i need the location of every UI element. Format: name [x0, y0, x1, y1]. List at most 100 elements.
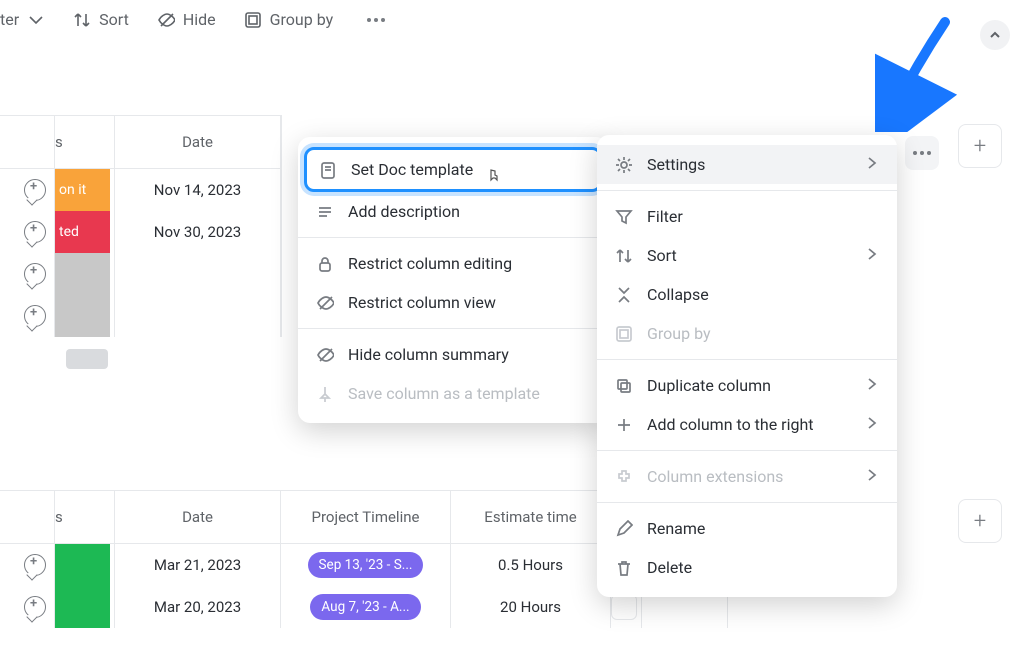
- groupby-label: Group by: [270, 10, 334, 29]
- menu-collapse[interactable]: Collapse: [597, 275, 897, 314]
- timeline-cell[interactable]: Sep 13, '23 - S...: [281, 544, 451, 586]
- timeline-pill: Aug 7, '23 - A...: [310, 594, 420, 620]
- status-badge[interactable]: on it: [55, 169, 110, 211]
- col-date[interactable]: Date: [115, 116, 281, 168]
- date-cell[interactable]: Mar 20, 2023: [115, 586, 281, 628]
- menu-label: Group by: [647, 324, 711, 343]
- date-cell[interactable]: Mar 21, 2023: [115, 544, 281, 586]
- menu-filter[interactable]: Filter: [597, 197, 897, 236]
- menu-rename[interactable]: Rename: [597, 509, 897, 548]
- filter-label: ter: [0, 10, 19, 29]
- comment-icon[interactable]: [24, 596, 46, 618]
- estimate-cell[interactable]: 0.5 Hours: [451, 544, 611, 586]
- pencil-icon: [615, 520, 633, 538]
- menu-delete[interactable]: Delete: [597, 548, 897, 587]
- plus-icon: [615, 416, 633, 434]
- status-badge[interactable]: [55, 295, 110, 337]
- col-date[interactable]: Date: [115, 491, 281, 543]
- menu-duplicate[interactable]: Duplicate column: [597, 366, 897, 405]
- menu-label: Duplicate column: [647, 376, 771, 395]
- menu-sort[interactable]: Sort: [597, 236, 897, 275]
- add-column-button[interactable]: +: [958, 124, 1002, 168]
- table-row[interactable]: [0, 253, 282, 295]
- comment-icon[interactable]: [24, 263, 46, 285]
- hide-button[interactable]: Hide: [157, 10, 216, 29]
- dots-icon: [907, 145, 937, 161]
- comment-icon[interactable]: [24, 179, 46, 201]
- menu-settings[interactable]: Settings: [597, 145, 897, 184]
- status-text: on it: [55, 182, 86, 198]
- group-icon: [615, 325, 633, 343]
- view-toolbar: ter Sort Hide Group by: [0, 0, 1030, 39]
- menu-label: Restrict column editing: [348, 254, 512, 273]
- add-column-button[interactable]: +: [958, 499, 1002, 543]
- pin-icon: [316, 385, 334, 403]
- sort-icon: [615, 247, 633, 265]
- menu-label: Rename: [647, 519, 705, 538]
- menu-set-doc-template[interactable]: Set Doc template: [304, 147, 602, 192]
- menu-add-description[interactable]: Add description: [298, 192, 608, 231]
- date-cell[interactable]: [115, 295, 281, 337]
- doc-template-icon: [319, 161, 337, 179]
- col-status-label: s: [55, 133, 63, 151]
- status-badge[interactable]: [55, 586, 110, 628]
- menu-label: Settings: [647, 155, 705, 174]
- col-date-label: Date: [182, 133, 213, 151]
- trash-icon: [615, 559, 633, 577]
- copy-icon: [615, 377, 633, 395]
- col-status[interactable]: s: [55, 116, 115, 168]
- menu-add-column-right[interactable]: Add column to the right: [597, 405, 897, 444]
- column-more-button[interactable]: [905, 136, 939, 170]
- date-cell[interactable]: Nov 30, 2023: [115, 211, 281, 253]
- collapse-toggle[interactable]: [980, 20, 1010, 50]
- plus-icon: +: [974, 134, 986, 159]
- comment-icon[interactable]: [24, 554, 46, 576]
- col-estimate[interactable]: Estimate time: [451, 491, 611, 543]
- filter-icon: [615, 208, 633, 226]
- chevron-up-icon: [989, 29, 1001, 41]
- estimate-cell[interactable]: 20 Hours: [451, 586, 611, 628]
- group-icon: [244, 11, 262, 29]
- eye-off-icon: [316, 346, 334, 364]
- table-row[interactable]: ted Nov 30, 2023: [0, 211, 282, 253]
- date-cell[interactable]: Nov 14, 2023: [115, 169, 281, 211]
- menu-label: Set Doc template: [351, 160, 473, 179]
- menu-hide-summary[interactable]: Hide column summary: [298, 335, 608, 374]
- menu-label: Sort: [647, 246, 677, 265]
- summary-chip: [66, 349, 108, 369]
- doc-chip[interactable]: [611, 594, 637, 620]
- groupby-button[interactable]: Group by: [244, 10, 334, 29]
- menu-label: Save column as a template: [348, 384, 540, 403]
- col-status[interactable]: s: [55, 491, 115, 543]
- menu-restrict-editing[interactable]: Restrict column editing: [298, 244, 608, 283]
- sort-button[interactable]: Sort: [73, 10, 129, 29]
- plus-icon: +: [974, 509, 986, 534]
- column-menu: Settings Filter Sort Collapse Group by D…: [597, 135, 897, 597]
- date-cell[interactable]: [115, 253, 281, 295]
- column-submenu: Set Doc template Add description Restric…: [298, 137, 608, 423]
- table-row[interactable]: on it Nov 14, 2023: [0, 169, 282, 211]
- menu-separator: [597, 502, 897, 503]
- col-timeline[interactable]: Project Timeline: [281, 491, 451, 543]
- menu-restrict-view[interactable]: Restrict column view: [298, 283, 608, 322]
- chevron-right-icon: [865, 415, 879, 434]
- status-badge[interactable]: [55, 253, 110, 295]
- filter-button[interactable]: ter: [0, 10, 45, 29]
- timeline-cell[interactable]: Aug 7, '23 - A...: [281, 586, 451, 628]
- comment-icon[interactable]: [24, 221, 46, 243]
- status-badge[interactable]: [55, 544, 110, 586]
- chevron-right-icon: [865, 246, 879, 265]
- chevron-down-icon: [27, 11, 45, 29]
- puzzle-icon: [615, 468, 633, 486]
- table-row[interactable]: [0, 295, 282, 337]
- timeline-pill: Sep 13, '23 - S...: [308, 552, 424, 578]
- menu-groupby: Group by: [597, 314, 897, 353]
- status-text: ted: [55, 224, 79, 240]
- menu-label: Column extensions: [647, 467, 783, 486]
- menu-separator: [597, 450, 897, 451]
- hide-label: Hide: [183, 10, 216, 29]
- comment-icon[interactable]: [24, 305, 46, 327]
- status-badge[interactable]: ted: [55, 211, 110, 253]
- more-button[interactable]: [361, 12, 391, 28]
- text-icon: [316, 203, 334, 221]
